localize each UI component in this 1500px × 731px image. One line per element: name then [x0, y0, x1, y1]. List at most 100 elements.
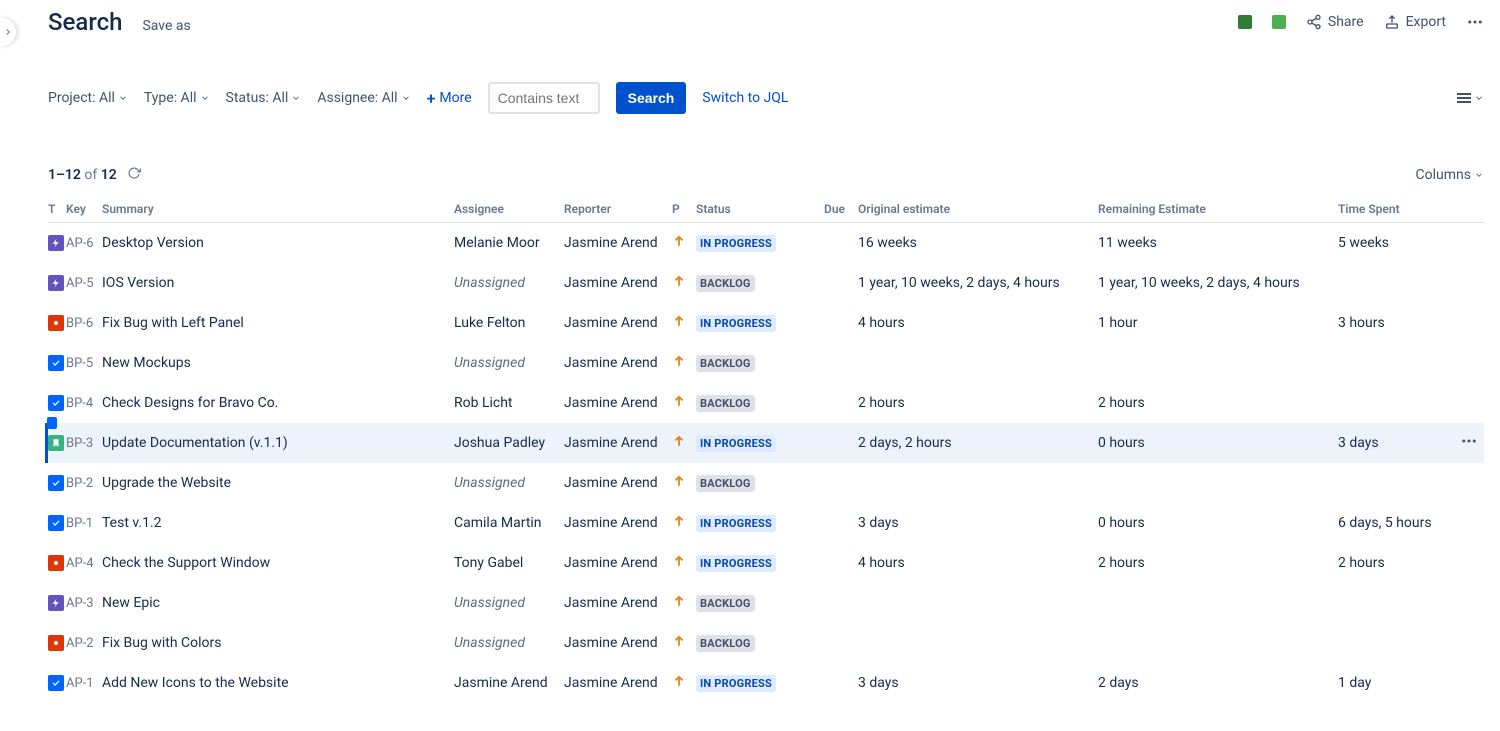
key-cell[interactable]: AP-2: [66, 636, 102, 651]
col-type[interactable]: T: [48, 202, 66, 216]
key-cell[interactable]: AP-5: [66, 276, 102, 291]
col-due[interactable]: Due: [824, 202, 858, 216]
summary-cell[interactable]: Test v.1.2: [102, 515, 454, 531]
status-cell: BACKLOG: [696, 595, 824, 612]
col-reporter[interactable]: Reporter: [564, 202, 672, 216]
status-badge: IN PROGRESS: [696, 235, 776, 252]
key-cell[interactable]: BP-6: [66, 316, 102, 331]
col-assignee[interactable]: Assignee: [454, 202, 564, 216]
refresh-button[interactable]: [127, 166, 141, 184]
rem-est-cell: 0 hours: [1098, 435, 1338, 451]
filter-assignee-dropdown[interactable]: Assignee: All: [317, 90, 410, 106]
summary-cell[interactable]: Add New Icons to the Website: [102, 675, 454, 691]
priority-cell: [672, 234, 696, 252]
key-cell[interactable]: BP-3: [66, 436, 102, 451]
time-spent-cell: 6 days, 5 hours: [1338, 515, 1460, 531]
table-row[interactable]: AP-5 IOS Version Unassigned Jasmine Aren…: [48, 263, 1484, 303]
assignee-cell: Unassigned: [454, 595, 564, 611]
reporter-cell: Jasmine Arend: [564, 395, 672, 411]
more-actions-button[interactable]: [1466, 13, 1484, 31]
reporter-cell: Jasmine Arend: [564, 275, 672, 291]
col-priority[interactable]: P: [672, 202, 696, 216]
assignee-cell: Tony Gabel: [454, 555, 564, 571]
col-summary[interactable]: Summary: [102, 202, 454, 216]
table-row[interactable]: AP-4 Check the Support Window Tony Gabel…: [48, 543, 1484, 583]
sheets-icon: [1272, 15, 1286, 29]
row-actions-button[interactable]: [1460, 432, 1484, 454]
search-input[interactable]: [488, 82, 600, 114]
task-icon: [48, 675, 64, 691]
chevron-down-icon: [118, 93, 128, 103]
status-badge: BACKLOG: [696, 395, 755, 412]
table-row[interactable]: BP-2 Upgrade the Website Unassigned Jasm…: [48, 463, 1484, 503]
table-row[interactable]: AP-3 New Epic Unassigned Jasmine Arend B…: [48, 583, 1484, 623]
filter-status-dropdown[interactable]: Status: All: [226, 90, 302, 106]
table-row[interactable]: AP-2 Fix Bug with Colors Unassigned Jasm…: [48, 623, 1484, 663]
key-cell[interactable]: AP-6: [66, 236, 102, 251]
view-switcher[interactable]: [1457, 93, 1484, 103]
priority-up-icon: [672, 594, 686, 608]
summary-cell[interactable]: IOS Version: [102, 275, 454, 291]
col-rem-est[interactable]: Remaining Estimate: [1098, 202, 1338, 216]
assignee-cell: Camila Martin: [454, 515, 564, 531]
more-filters-button[interactable]: +More: [427, 89, 472, 108]
filter-type-label: Type: All: [144, 90, 197, 106]
summary-cell[interactable]: Check Designs for Bravo Co.: [102, 395, 454, 411]
reporter-cell: Jasmine Arend: [564, 315, 672, 331]
summary-cell[interactable]: Fix Bug with Left Panel: [102, 315, 454, 331]
reporter-cell: Jasmine Arend: [564, 555, 672, 571]
status-badge: IN PROGRESS: [696, 675, 776, 692]
bug-icon: [48, 635, 64, 651]
rem-est-cell: 11 weeks: [1098, 235, 1338, 251]
status-badge: IN PROGRESS: [696, 435, 776, 452]
key-cell[interactable]: BP-4: [66, 396, 102, 411]
col-time-spent[interactable]: Time Spent: [1338, 202, 1460, 216]
table-row[interactable]: AP-1 Add New Icons to the Website Jasmin…: [48, 663, 1484, 703]
key-cell[interactable]: BP-2: [66, 476, 102, 491]
summary-cell[interactable]: New Mockups: [102, 355, 454, 371]
chevron-down-icon: [291, 93, 301, 103]
switch-to-jql-link[interactable]: Switch to JQL: [702, 90, 788, 106]
export-button[interactable]: Export: [1384, 14, 1446, 30]
filter-type-dropdown[interactable]: Type: All: [144, 90, 210, 106]
export-excel-button[interactable]: [1238, 15, 1252, 29]
summary-cell[interactable]: Desktop Version: [102, 235, 454, 251]
table-row[interactable]: BP-3 Update Documentation (v.1.1) Joshua…: [48, 423, 1484, 463]
type-cell: [48, 675, 66, 691]
key-cell[interactable]: BP-1: [66, 516, 102, 531]
reporter-cell: Jasmine Arend: [564, 235, 672, 251]
status-badge: BACKLOG: [696, 275, 755, 292]
filter-project-dropdown[interactable]: Project: All: [48, 90, 128, 106]
priority-cell: [672, 634, 696, 652]
share-icon: [1306, 14, 1322, 30]
summary-cell[interactable]: New Epic: [102, 595, 454, 611]
key-cell[interactable]: BP-5: [66, 356, 102, 371]
share-button[interactable]: Share: [1306, 14, 1364, 30]
table-row[interactable]: BP-1 Test v.1.2 Camila Martin Jasmine Ar…: [48, 503, 1484, 543]
save-as-button[interactable]: Save as: [142, 18, 190, 34]
columns-dropdown[interactable]: Columns: [1416, 167, 1484, 183]
summary-cell[interactable]: Fix Bug with Colors: [102, 635, 454, 651]
summary-cell[interactable]: Upgrade the Website: [102, 475, 454, 491]
assignee-cell: Unassigned: [454, 635, 564, 651]
col-key[interactable]: Key: [66, 202, 102, 216]
table-row[interactable]: BP-4 Check Designs for Bravo Co. Rob Lic…: [48, 383, 1484, 423]
key-cell[interactable]: AP-1: [66, 676, 102, 691]
priority-cell: [672, 554, 696, 572]
table-row[interactable]: AP-6 Desktop Version Melanie Moor Jasmin…: [48, 223, 1484, 263]
table-row[interactable]: BP-5 New Mockups Unassigned Jasmine Aren…: [48, 343, 1484, 383]
chevron-down-icon: [1474, 170, 1484, 180]
story-icon: [48, 435, 64, 451]
assignee-cell: Luke Felton: [454, 315, 564, 331]
summary-cell[interactable]: Update Documentation (v.1.1): [102, 435, 454, 451]
col-orig-est[interactable]: Original estimate: [858, 202, 1098, 216]
search-button[interactable]: Search: [616, 82, 687, 114]
table-row[interactable]: BP-6 Fix Bug with Left Panel Luke Felton…: [48, 303, 1484, 343]
key-cell[interactable]: AP-4: [66, 556, 102, 571]
key-cell[interactable]: AP-3: [66, 596, 102, 611]
type-cell: [48, 515, 66, 531]
type-cell: [48, 555, 66, 571]
export-sheets-button[interactable]: [1272, 15, 1286, 29]
col-status[interactable]: Status: [696, 202, 824, 216]
summary-cell[interactable]: Check the Support Window: [102, 555, 454, 571]
